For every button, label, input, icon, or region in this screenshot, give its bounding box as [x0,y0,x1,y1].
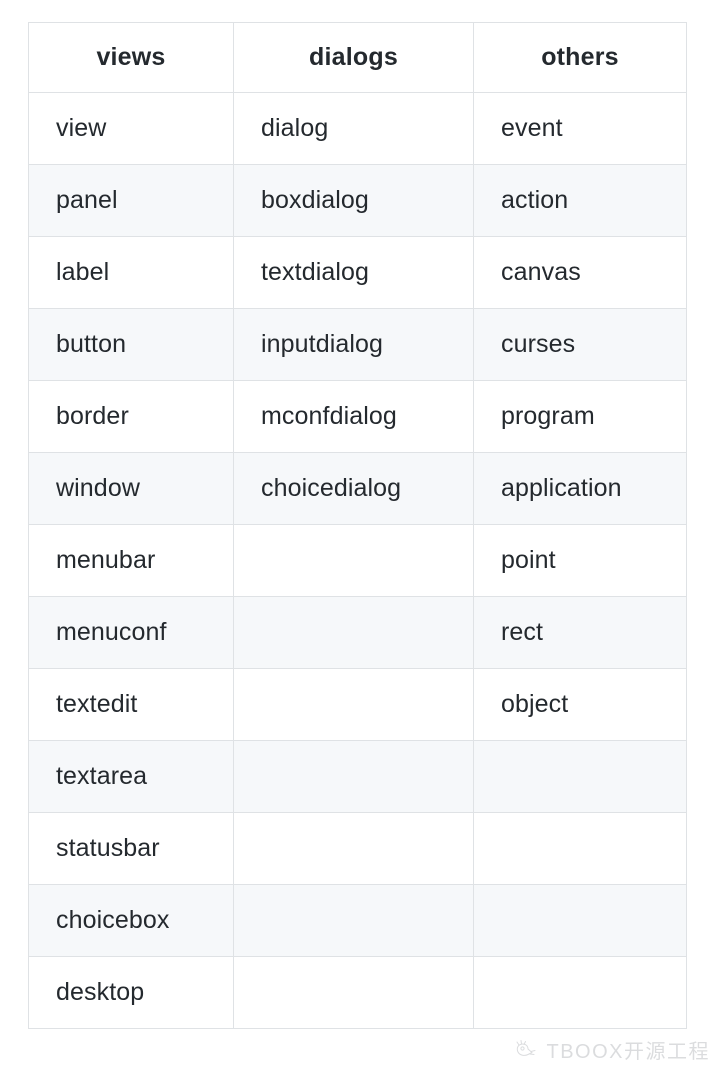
table-cell: label [28,236,234,309]
watermark: TBOOX开源工程 [513,1035,710,1064]
table-row: view dialog event [28,92,687,165]
table-cell: choicebox [28,884,234,957]
table-cell: boxdialog [233,164,474,237]
table-cell: textdialog [233,236,474,309]
table-row: label textdialog canvas [28,236,687,309]
table-row: statusbar [28,812,687,885]
table-cell: point [473,524,687,597]
table-row: menuconf rect [28,596,687,669]
table-cell [233,956,474,1029]
table-cell: program [473,380,687,453]
table-cell: application [473,452,687,525]
table-cell: curses [473,308,687,381]
table-cell [233,884,474,957]
table-cell: window [28,452,234,525]
column-header-dialogs: dialogs [233,22,474,93]
table-cell: inputdialog [233,308,474,381]
table-cell [473,884,687,957]
table-cell: menubar [28,524,234,597]
table-row: textarea [28,740,687,813]
table-cell [473,740,687,813]
table-cell: action [473,164,687,237]
table-body: view dialog event panel boxdialog action label… [28,92,687,1029]
table-cell: event [473,92,687,165]
table-cell [233,740,474,813]
column-header-others: others [473,22,687,93]
table-cell: textarea [28,740,234,813]
api-reference-table: views dialogs others view dialog event pane… [28,22,687,1029]
table-row: button inputdialog curses [28,308,687,381]
table-cell: mconfdialog [233,380,474,453]
table-cell: dialog [233,92,474,165]
table-cell: canvas [473,236,687,309]
table-header-row: views dialogs others [28,22,687,93]
table-cell: button [28,308,234,381]
table-cell: desktop [28,956,234,1029]
table-head: views dialogs others [28,22,687,93]
tboox-mascot-logo-icon [516,1039,536,1056]
table-cell: statusbar [28,812,234,885]
table-row: choicebox [28,884,687,957]
table-cell [473,812,687,885]
table-row: window choicedialog application [28,452,687,525]
watermark-text: TBOOX开源工程 [546,1041,710,1063]
column-header-views: views [28,22,234,93]
table-row: desktop [28,956,687,1029]
table-row: textedit object [28,668,687,741]
table-cell: border [28,380,234,453]
table-cell: view [28,92,234,165]
table-cell [233,524,474,597]
table-cell [233,596,474,669]
table-cell: rect [473,596,687,669]
table-cell [473,956,687,1029]
table-row: menubar point [28,524,687,597]
table-cell: choicedialog [233,452,474,525]
table-cell: menuconf [28,596,234,669]
table-row: border mconfdialog program [28,380,687,453]
table-cell [233,668,474,741]
table-cell: object [473,668,687,741]
api-reference-table-container: views dialogs others view dialog event pane… [28,22,687,1029]
table-row: panel boxdialog action [28,164,687,237]
table-cell: textedit [28,668,234,741]
table-cell: panel [28,164,234,237]
table-cell [233,812,474,885]
